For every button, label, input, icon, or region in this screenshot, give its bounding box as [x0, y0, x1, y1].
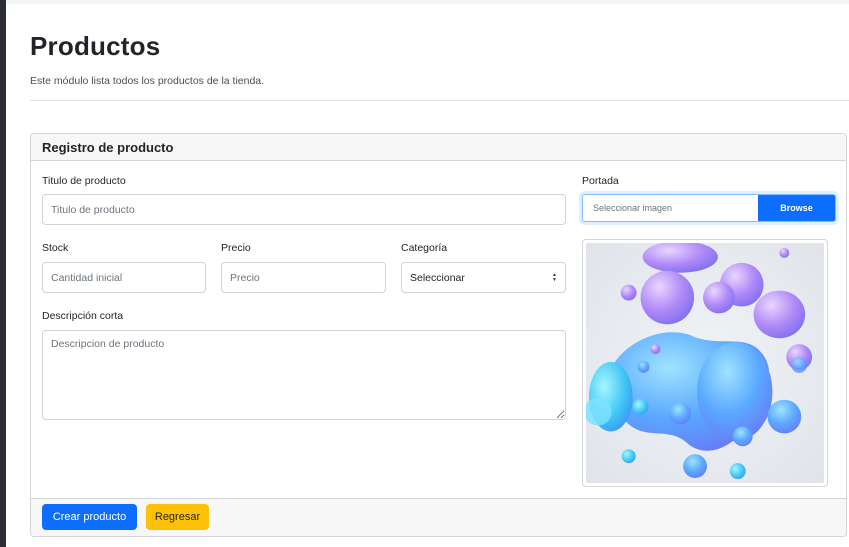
window-left-edge [0, 0, 6, 547]
stock-input[interactable] [42, 262, 206, 293]
category-select[interactable]: Seleccionar ▲ ▼ [401, 262, 566, 293]
header-divider [30, 100, 849, 101]
card-header: Registro de producto [31, 134, 846, 161]
browse-button[interactable]: Browse [758, 195, 835, 221]
product-form-card: Registro de producto Titulo de producto … [30, 133, 847, 537]
page-subtitle: Este módulo lista todos los productos de… [30, 75, 265, 87]
cover-file-input[interactable]: Seleccionar imagen Browse [582, 194, 836, 222]
price-label: Precio [221, 242, 251, 254]
page-title: Productos [30, 31, 161, 61]
cover-file-placeholder: Seleccionar imagen [593, 203, 673, 213]
price-input[interactable] [221, 262, 386, 293]
cover-preview [582, 239, 828, 487]
category-label: Categoría [401, 242, 448, 254]
window-top-edge [6, 0, 849, 4]
cover-label: Portada [582, 175, 619, 187]
card-title: Registro de producto [42, 140, 174, 155]
title-input[interactable] [42, 194, 566, 225]
back-button[interactable]: Regresar [146, 504, 209, 530]
create-product-button[interactable]: Crear producto [42, 504, 137, 530]
description-label: Descripción corta [42, 310, 124, 322]
title-label: Titulo de producto [42, 175, 126, 187]
category-selected-value: Seleccionar [410, 271, 465, 284]
description-textarea[interactable] [42, 330, 566, 420]
stock-label: Stock [42, 242, 69, 254]
cover-preview-image [586, 243, 824, 483]
select-arrows-icon: ▲ ▼ [552, 271, 557, 283]
